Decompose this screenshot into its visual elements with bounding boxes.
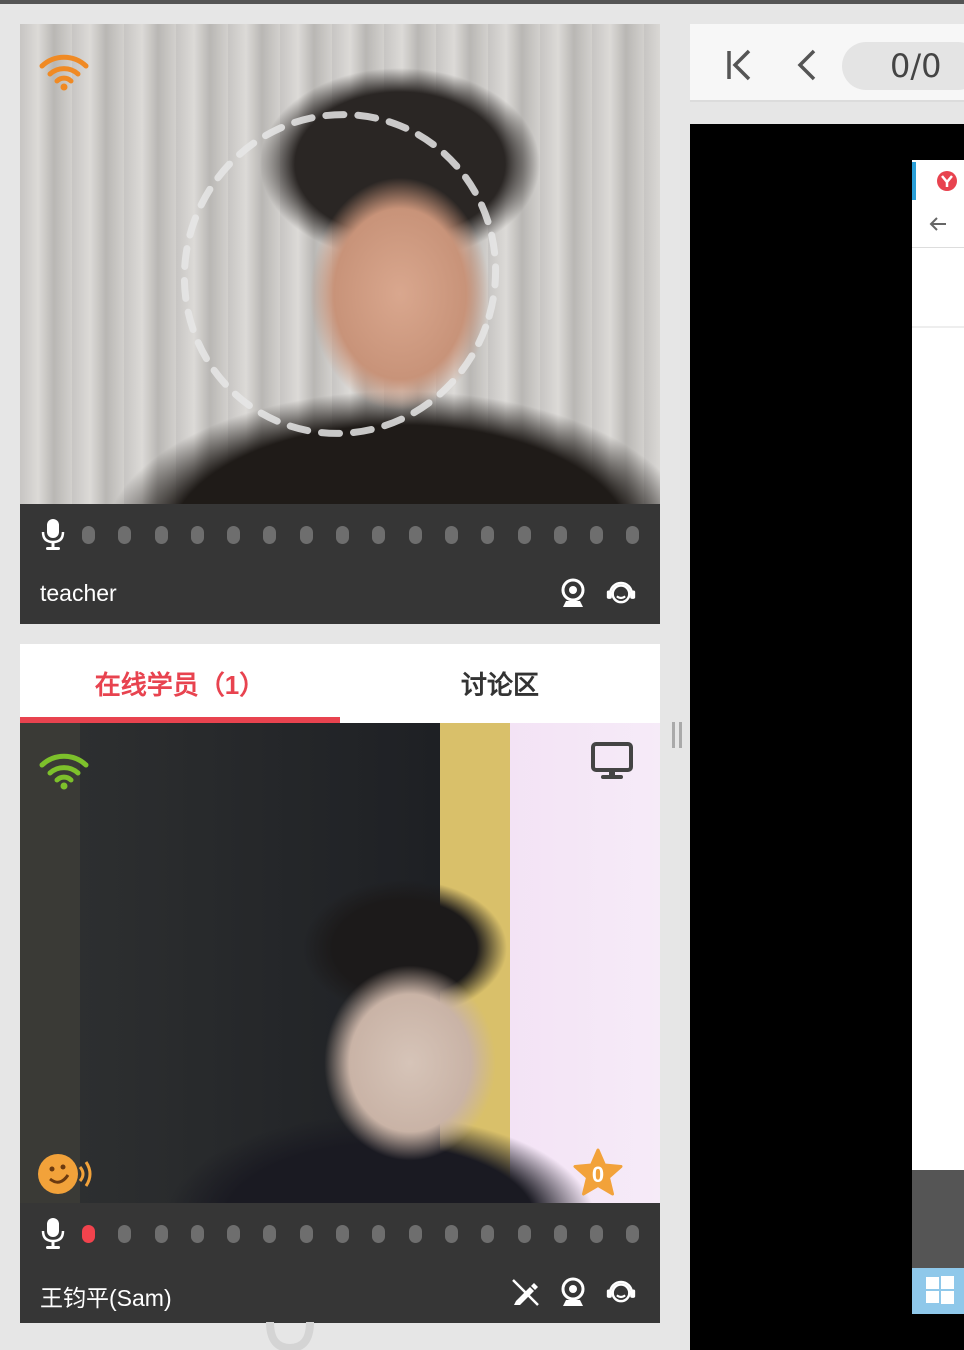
volume-dot xyxy=(481,1225,495,1243)
student-video-panel: 0 王钧平(Sam) xyxy=(20,723,660,1323)
back-arrow-icon[interactable] xyxy=(928,214,948,234)
volume-dot xyxy=(118,1225,132,1243)
volume-dot xyxy=(553,526,567,544)
volume-dot xyxy=(227,526,241,544)
microphone-icon[interactable] xyxy=(40,518,66,550)
volume-dot xyxy=(299,1225,313,1243)
panel-resize-handle[interactable] xyxy=(670,720,684,750)
monitor-icon[interactable] xyxy=(590,741,634,781)
volume-dot xyxy=(626,526,640,544)
teacher-video-feed xyxy=(20,24,660,504)
window-top-edge xyxy=(0,0,964,4)
tab-discussion[interactable]: 讨论区 xyxy=(340,644,660,723)
volume-dot xyxy=(118,526,132,544)
volume-dot xyxy=(82,526,95,544)
page-indicator[interactable]: 0/0 xyxy=(842,42,964,90)
pen-disabled-icon[interactable] xyxy=(510,1277,540,1307)
volume-dot xyxy=(590,526,604,544)
volume-dot xyxy=(517,1225,531,1243)
volume-dot xyxy=(154,1225,168,1243)
teacher-video-panel: teacher xyxy=(20,24,660,624)
star-count: 0 xyxy=(591,1161,605,1187)
browser-nav-row xyxy=(912,202,964,248)
volume-dot xyxy=(444,526,458,544)
volume-dot xyxy=(481,526,495,544)
volume-dot xyxy=(299,526,313,544)
volume-dot xyxy=(372,526,386,544)
app-favicon-icon xyxy=(937,171,957,191)
volume-dot xyxy=(190,526,204,544)
webcam-icon[interactable] xyxy=(558,1277,588,1307)
first-page-icon[interactable] xyxy=(724,48,754,82)
student-video-feed: 0 xyxy=(20,723,660,1203)
student-status-bar: 王钧平(Sam) xyxy=(20,1203,660,1323)
wifi-signal-icon xyxy=(39,753,89,790)
taskbar-area xyxy=(912,1170,964,1268)
volume-dot xyxy=(263,1225,277,1243)
windows-logo-icon[interactable] xyxy=(924,1274,956,1306)
browser-tab[interactable] xyxy=(912,162,964,200)
volume-dot xyxy=(372,1225,386,1243)
mic-volume-meter xyxy=(82,1225,663,1243)
face-detection-ring xyxy=(180,111,500,437)
participant-name: 王钧平(Sam) xyxy=(40,1285,172,1311)
volume-dot xyxy=(336,526,350,544)
panel-tabs: 在线学员（1） 讨论区 xyxy=(20,644,660,723)
decorative-fragment xyxy=(266,1322,314,1350)
volume-dot xyxy=(190,1225,204,1243)
volume-dot xyxy=(154,526,168,544)
microphone-icon[interactable] xyxy=(40,1217,66,1249)
webcam-icon[interactable] xyxy=(558,578,588,608)
teacher-status-bar: teacher xyxy=(20,504,660,624)
headset-icon[interactable] xyxy=(606,578,636,608)
tab-online-students[interactable]: 在线学员（1） xyxy=(20,644,340,723)
prev-page-icon[interactable] xyxy=(792,48,822,82)
volume-dot xyxy=(263,526,277,544)
volume-dot xyxy=(444,1225,458,1243)
volume-dot xyxy=(590,1225,604,1243)
mic-volume-meter xyxy=(82,526,663,544)
volume-dot xyxy=(517,526,531,544)
headset-icon[interactable] xyxy=(606,1277,636,1307)
volume-dot xyxy=(553,1225,567,1243)
volume-dot xyxy=(408,1225,422,1243)
speaking-emoji-icon xyxy=(38,1154,92,1194)
volume-dot xyxy=(82,1225,95,1243)
shared-browser-window xyxy=(912,160,964,1170)
volume-dot xyxy=(408,526,422,544)
wifi-signal-icon xyxy=(39,54,89,91)
volume-dot xyxy=(336,1225,350,1243)
volume-dot xyxy=(227,1225,241,1243)
page-toolbar: 0/0 xyxy=(690,24,964,102)
volume-dot xyxy=(626,1225,640,1243)
participant-name: teacher xyxy=(40,580,117,606)
browser-divider xyxy=(912,326,964,328)
